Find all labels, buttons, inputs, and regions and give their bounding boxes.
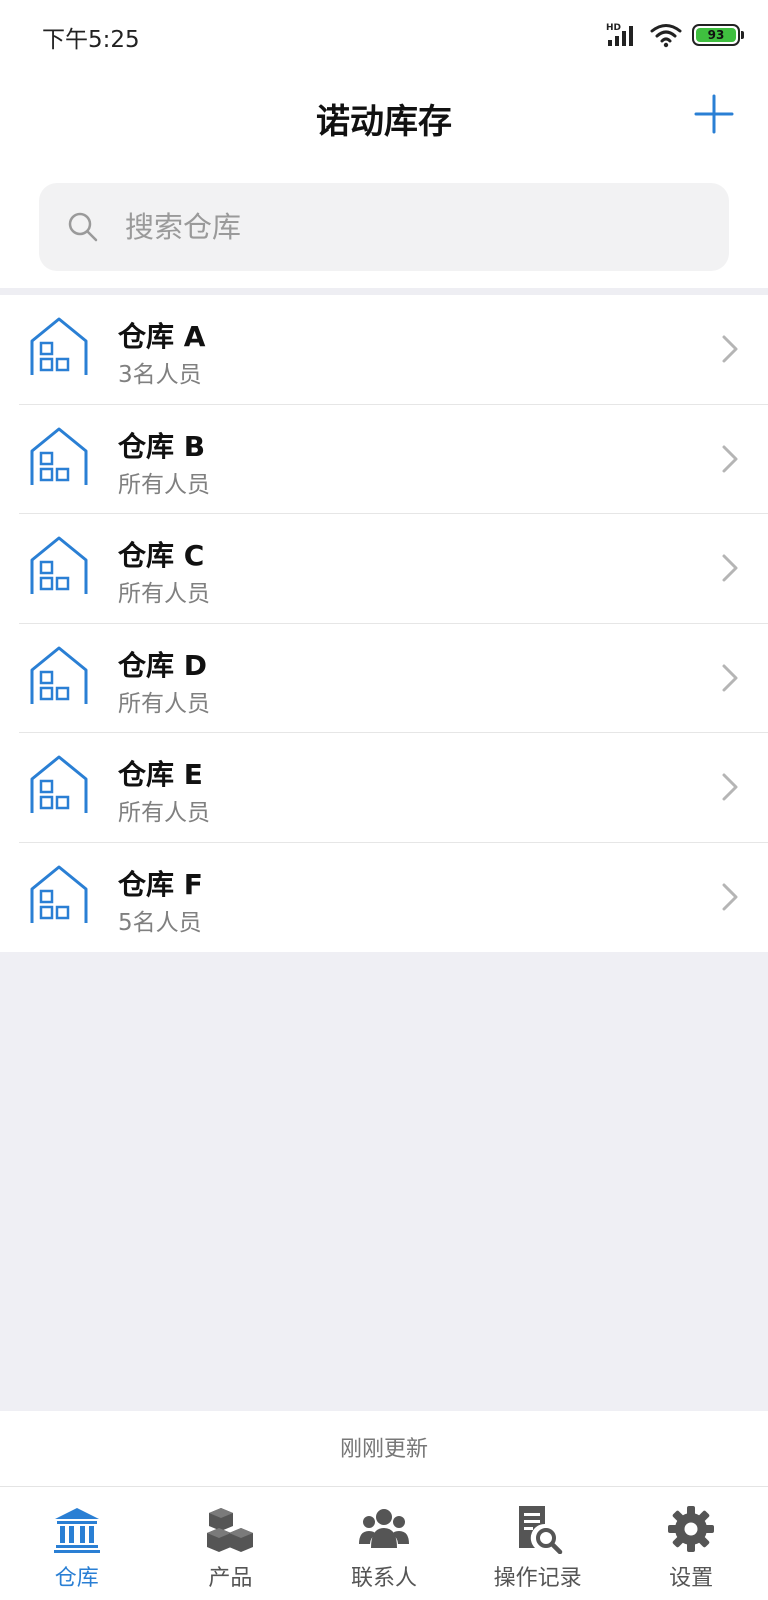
empty-area bbox=[0, 952, 768, 1411]
warehouse-icon bbox=[30, 536, 88, 594]
status-bar: 下午5:25 HD 93 bbox=[0, 0, 768, 66]
tab-label: 操作记录 bbox=[493, 1566, 582, 1591]
search-icon bbox=[68, 212, 98, 242]
status-time: 下午5:25 bbox=[42, 27, 140, 53]
search-box[interactable] bbox=[39, 183, 729, 271]
warehouse-name: 仓库 B bbox=[118, 429, 206, 463]
warehouse-list: 仓库 A 3名人员 仓库 B 所有人员 仓库 C 所有人员 仓库 D 所有人员 … bbox=[0, 295, 768, 952]
warehouse-icon bbox=[30, 865, 88, 923]
warehouse-item[interactable]: 仓库 B 所有人员 bbox=[0, 405, 768, 514]
warehouse-item[interactable]: 仓库 D 所有人员 bbox=[0, 624, 768, 733]
bank-icon bbox=[53, 1508, 100, 1553]
bottom-tab-bar: 仓库 产品 联系人 操作记录 设置 bbox=[0, 1488, 768, 1600]
signal-icon: HD bbox=[606, 23, 633, 46]
warehouse-item[interactable]: 仓库 E 所有人员 bbox=[0, 733, 768, 843]
boxes-icon bbox=[207, 1508, 254, 1552]
document-search-icon bbox=[518, 1506, 562, 1554]
app-screen: 下午5:25 HD 93 诺动库存 搜索仓库 仓库 A 3名人员 仓库 B 所有… bbox=[0, 0, 768, 1600]
page-title: 诺动库存 bbox=[316, 102, 452, 142]
warehouse-members: 5名人员 bbox=[118, 909, 202, 936]
status-icons: HD 93 bbox=[606, 20, 744, 50]
warehouse-name: 仓库 C bbox=[118, 539, 205, 572]
warehouse-item[interactable]: 仓库 A 3名人员 bbox=[0, 295, 768, 405]
update-status-bar: 刚刚更新 bbox=[0, 1411, 768, 1487]
tab-contacts[interactable]: 联系人 bbox=[307, 1488, 461, 1600]
chevron-right-icon bbox=[722, 883, 738, 910]
battery-icon: 93 bbox=[692, 24, 744, 46]
tab-label: 仓库 bbox=[54, 1566, 99, 1591]
chevron-right-icon bbox=[722, 773, 738, 801]
chevron-right-icon bbox=[722, 445, 738, 472]
warehouse-icon bbox=[30, 317, 88, 375]
update-status: 刚刚更新 bbox=[339, 1437, 428, 1462]
warehouse-icon bbox=[30, 427, 88, 485]
warehouse-members: 3名人员 bbox=[118, 362, 202, 388]
tab-warehouse[interactable]: 仓库 bbox=[0, 1488, 154, 1600]
wifi-icon bbox=[650, 24, 682, 48]
warehouse-members: 所有人员 bbox=[118, 690, 210, 717]
tab-label: 联系人 bbox=[350, 1566, 417, 1591]
chevron-right-icon bbox=[722, 664, 738, 691]
svg-text:HD: HD bbox=[606, 23, 621, 33]
tab-label: 产品 bbox=[208, 1566, 253, 1591]
tab-operation-log[interactable]: 操作记录 bbox=[461, 1488, 615, 1600]
warehouse-members: 所有人员 bbox=[118, 800, 210, 826]
tab-label: 设置 bbox=[669, 1566, 714, 1591]
warehouse-name: 仓库 E bbox=[118, 758, 203, 791]
people-icon bbox=[358, 1509, 409, 1548]
tab-products[interactable]: 产品 bbox=[154, 1488, 308, 1600]
warehouse-item[interactable]: 仓库 F 5名人员 bbox=[0, 843, 768, 953]
app-header: 诺动库存 bbox=[0, 66, 768, 166]
battery-level: 93 bbox=[696, 28, 736, 42]
section-divider bbox=[0, 288, 768, 295]
gear-icon bbox=[668, 1506, 715, 1552]
chevron-right-icon bbox=[722, 335, 738, 363]
warehouse-name: 仓库 D bbox=[118, 648, 207, 682]
warehouse-item[interactable]: 仓库 C 所有人员 bbox=[0, 514, 768, 624]
warehouse-name: 仓库 F bbox=[118, 867, 203, 901]
tab-settings[interactable]: 设置 bbox=[614, 1488, 768, 1600]
warehouse-icon bbox=[30, 755, 88, 813]
warehouse-members: 所有人员 bbox=[118, 471, 210, 498]
add-warehouse-button[interactable] bbox=[694, 94, 734, 134]
search-input[interactable] bbox=[125, 210, 685, 244]
warehouse-name: 仓库 A bbox=[118, 320, 206, 353]
warehouse-members: 所有人员 bbox=[118, 581, 210, 607]
warehouse-icon bbox=[30, 646, 88, 704]
chevron-right-icon bbox=[722, 554, 738, 582]
